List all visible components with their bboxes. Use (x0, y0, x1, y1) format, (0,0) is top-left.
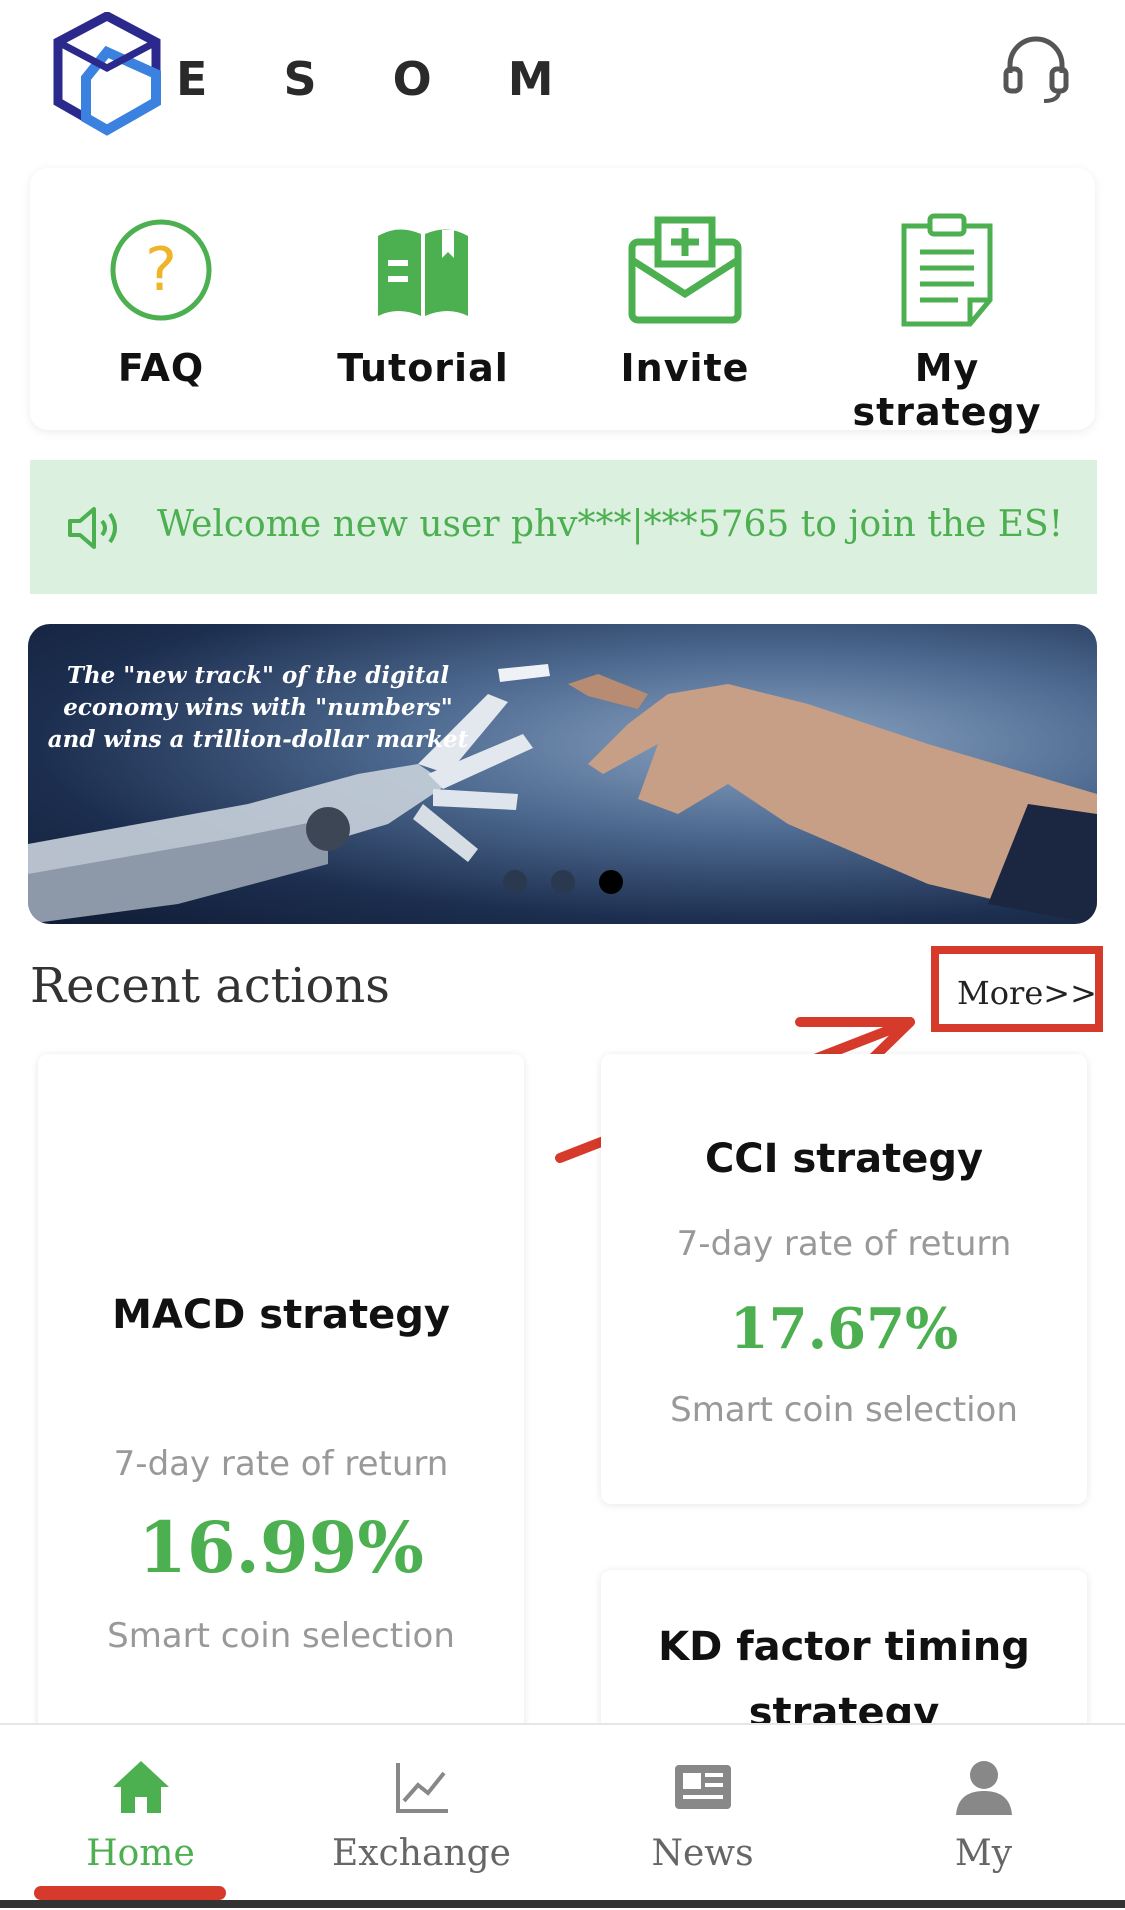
tab-label: News (651, 1833, 754, 1874)
notice-text: Welcome new user phv***|***5765 to join … (157, 504, 1064, 545)
quick-item-invite[interactable]: Invite (554, 168, 816, 430)
bottom-tab-bar: Home Exchange News My (0, 1723, 1125, 1910)
return-rate: 16.99% (138, 1506, 424, 1589)
tab-label: Home (86, 1833, 195, 1874)
speaker-icon (68, 507, 117, 549)
home-icon (112, 1761, 169, 1813)
tab-label: Exchange (332, 1833, 511, 1874)
user-icon (955, 1761, 1012, 1815)
banner-headline: The "new track" of the digital economy w… (47, 662, 469, 753)
strategy-name: CCI strategy (704, 1136, 984, 1182)
more-link-label: More>> (957, 974, 1097, 1012)
notice-bar[interactable]: Welcome new user phv***|***5765 to join … (30, 460, 1097, 594)
strategy-card-cci[interactable]: CCI strategy 7-day rate of return 17.67%… (601, 1054, 1087, 1504)
carousel-dot-active[interactable] (599, 870, 623, 894)
esom-logo-icon (53, 12, 161, 136)
line-chart-icon (395, 1763, 448, 1813)
tab-label: My (954, 1833, 1013, 1874)
envelope-plus-icon (628, 216, 742, 324)
carousel-indicator[interactable] (503, 870, 647, 898)
strategy-name: MACD strategy (112, 1292, 450, 1338)
quick-item-my-strategy[interactable]: My strategy (816, 168, 1078, 434)
question-circle-icon: ? (110, 219, 212, 321)
quick-item-label: Invite (620, 346, 750, 390)
carousel-dot[interactable] (551, 870, 575, 894)
promo-banner[interactable]: The "new track" of the digital economy w… (28, 624, 1097, 924)
strategy-card-macd[interactable]: MACD strategy 7-day rate of return 16.99… (38, 1054, 524, 1754)
tab-my[interactable]: My (843, 1725, 1124, 1910)
book-icon (378, 229, 468, 316)
clipboard-list-icon (901, 213, 993, 327)
return-rate: 17.67% (729, 1296, 959, 1362)
tab-news[interactable]: News (562, 1725, 843, 1910)
carousel-dot[interactable] (503, 870, 527, 894)
active-tab-indicator (34, 1886, 226, 1900)
strategy-tag: Smart coin selection (670, 1390, 1018, 1430)
section-title: Recent actions (30, 958, 390, 1014)
quick-item-label: My strategy (852, 346, 1042, 434)
return-label: 7-day rate of return (113, 1444, 449, 1484)
strategy-tag: Smart coin selection (107, 1616, 455, 1656)
quick-menu: ? FAQ Tutorial Invite My strategy (30, 168, 1095, 434)
return-label: 7-day rate of return (676, 1224, 1012, 1264)
quick-item-tutorial[interactable]: Tutorial (292, 168, 554, 430)
newspaper-icon (674, 1765, 731, 1809)
headset-icon[interactable] (1000, 33, 1072, 105)
quick-item-faq[interactable]: ? FAQ (30, 168, 292, 430)
svg-text:?: ? (145, 235, 177, 305)
quick-item-label: Tutorial (337, 346, 509, 390)
tab-home[interactable]: Home (0, 1725, 281, 1910)
app-header: E S O M (0, 0, 1125, 150)
more-link[interactable]: More>> (931, 946, 1103, 1032)
quick-item-label: FAQ (117, 346, 205, 390)
home-indicator (0, 1900, 1125, 1908)
brand-name: E S O M (176, 52, 584, 106)
tab-exchange[interactable]: Exchange (281, 1725, 562, 1910)
